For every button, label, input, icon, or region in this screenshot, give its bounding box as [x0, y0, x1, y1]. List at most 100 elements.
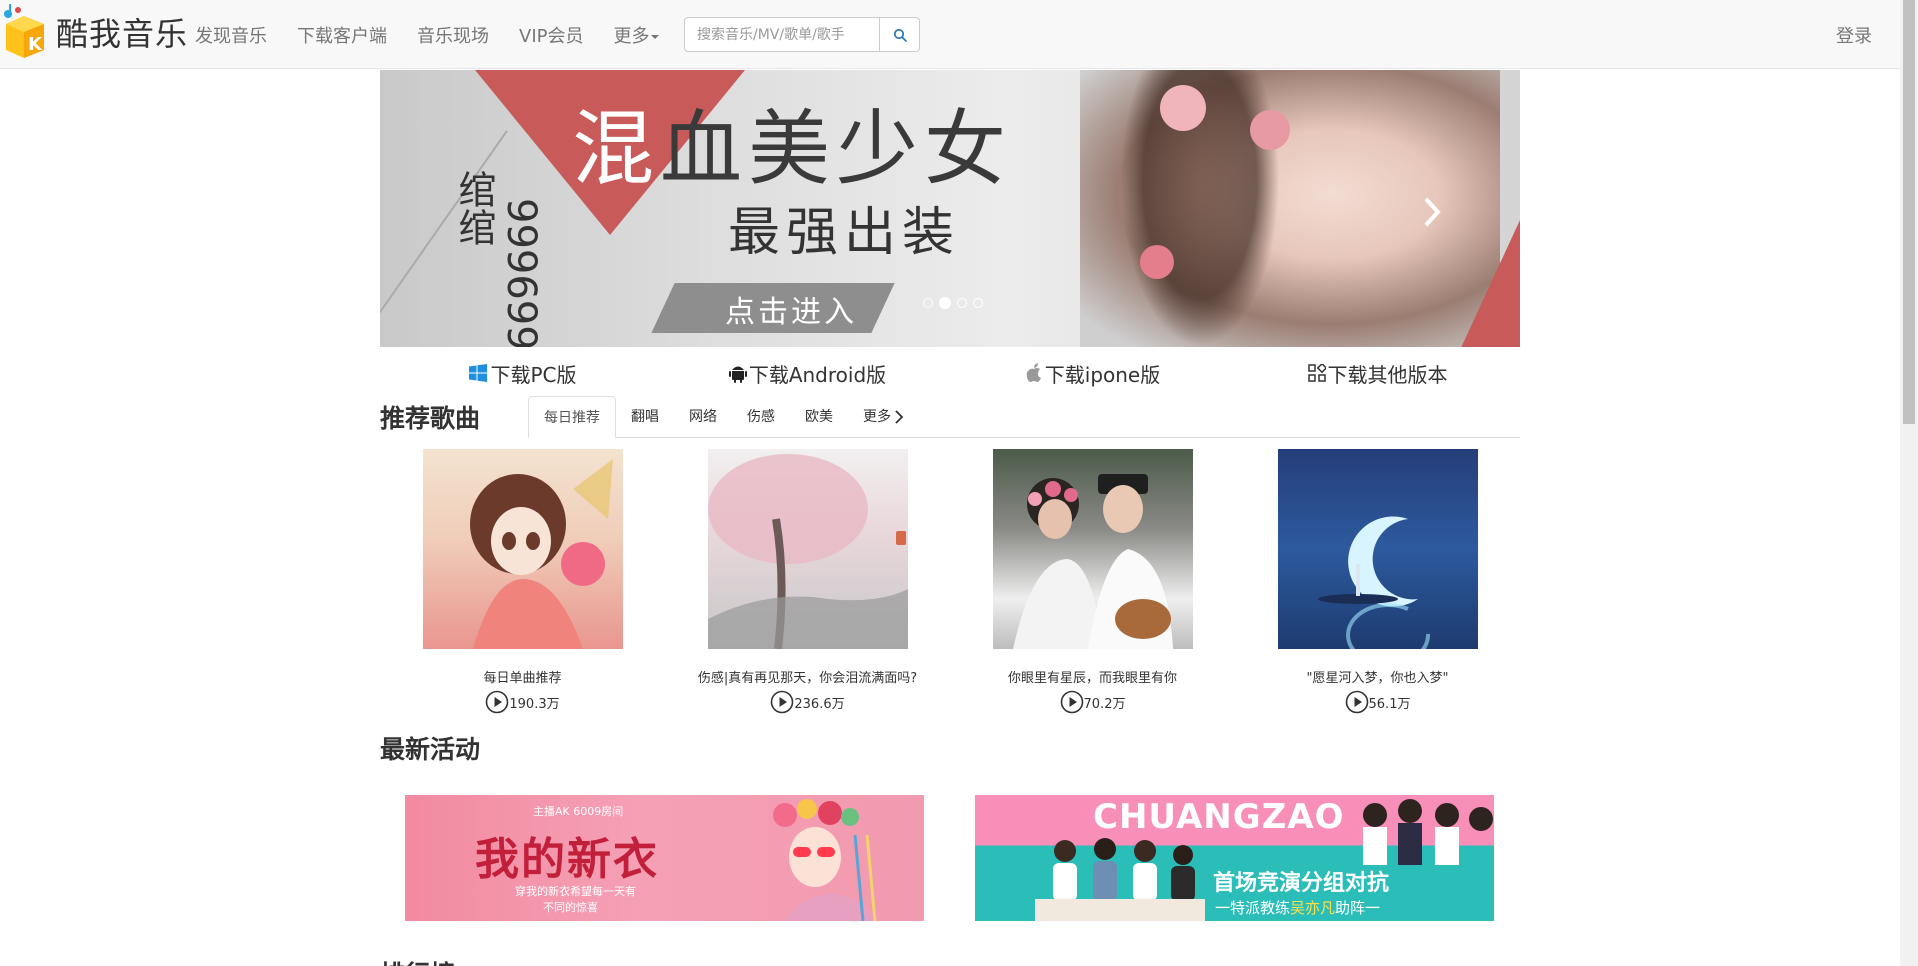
login-link[interactable]: 登录 [1836, 22, 1872, 48]
activity-main-title: 首场竞演分组对抗 [1213, 871, 1390, 896]
crescent-moon-icon [1317, 516, 1430, 649]
chevron-right-icon [895, 410, 904, 424]
page-scrollbar[interactable] [1900, 0, 1918, 966]
tab-network[interactable]: 网络 [674, 396, 732, 438]
flower-icon [1140, 245, 1174, 279]
carousel-next-icon[interactable] [1420, 195, 1444, 238]
activity-coach-line: 一特派教练吴亦凡助阵一 [1215, 897, 1380, 918]
carousel-indicators [923, 297, 983, 309]
play-circle-icon[interactable] [1345, 690, 1369, 714]
playlist-play-count: 70.2万 [1060, 690, 1126, 714]
playlist-card: 你眼里有星辰，而我眼里有你 70.2万 [950, 449, 1235, 714]
playlist-title[interactable]: 你眼里有星辰，而我眼里有你 [1008, 667, 1177, 686]
nav-discover-music[interactable]: 发现音乐 [195, 22, 267, 48]
playlist-cover[interactable] [422, 449, 623, 649]
flower-icon [1250, 110, 1290, 150]
search-form [684, 17, 920, 52]
tab-sad[interactable]: 伤感 [732, 396, 790, 438]
playlist-cover[interactable] [992, 449, 1193, 649]
banner-subtitle: 最强出装 [728, 203, 961, 263]
flower-icon [1160, 85, 1206, 131]
download-links: 下载PC版 下载Android版 下载ipone版 下载其他版本 [380, 358, 1520, 388]
banner-enter-button[interactable]: 点击进入 [725, 287, 857, 331]
recommend-section-title: 推荐歌曲 [380, 404, 481, 433]
playlist-title[interactable]: 每日单曲推荐 [483, 667, 561, 686]
tab-western[interactable]: 欧美 [790, 396, 848, 438]
wedding-couple-icon [1012, 474, 1173, 649]
blossom-tree-icon [707, 454, 908, 649]
download-iphone-link[interactable]: 下载ipone版 [950, 358, 1235, 388]
carousel-dot-2[interactable] [939, 297, 951, 309]
scrollbar-thumb[interactable] [1903, 0, 1915, 424]
carousel-dot-3[interactable] [957, 298, 967, 308]
activity-room-info: 主播AK 6009房间 [533, 805, 624, 818]
main-nav: 发现音乐 下载客户端 音乐现场 VIP会员 更多 [195, 0, 689, 69]
brand-name: 酷我音乐 [56, 15, 189, 53]
caret-down-icon [651, 34, 660, 39]
download-pc-label: 下载PC版 [490, 362, 577, 387]
play-count: 56.1万 [1368, 696, 1411, 712]
hero-carousel[interactable]: 混血美少女 最强出装 绾绾 999699 点击进入 [380, 70, 1520, 347]
top-navbar: K 酷我音乐 发现音乐 下载客户端 音乐现场 VIP会员 更多 登录 [0, 0, 1900, 69]
android-icon [728, 366, 747, 383]
carousel-dot-1[interactable] [923, 298, 933, 308]
carousel-dot-4[interactable] [973, 298, 983, 308]
play-count: 70.2万 [1083, 696, 1126, 712]
download-other-label: 下载其他版本 [1327, 362, 1448, 387]
illustrated-girl-icon [469, 459, 613, 649]
banner-title-first-char: 混 [572, 102, 661, 197]
nav-more-label: 更多 [613, 25, 650, 47]
download-android-label: 下载Android版 [748, 362, 887, 387]
ranking-section-title: 排行榜 [380, 955, 455, 966]
coach-name: 吴亦凡 [1290, 899, 1336, 917]
tab-more-label: 更多 [863, 409, 891, 425]
brand[interactable]: K 酷我音乐 [0, 2, 188, 62]
activity-subtitle-line1: 穿我的新衣希望每一天有 [515, 885, 636, 898]
play-circle-icon[interactable] [770, 690, 794, 714]
nav-download-client[interactable]: 下载客户端 [297, 22, 387, 48]
activity-subtitle: 穿我的新衣希望每一天有 不同的惊喜 [515, 883, 636, 915]
activity-banner-chuangzao[interactable]: CHUANGZAO 首场竞演分组对抗 一特派教练吴亦凡助阵一 [975, 795, 1494, 921]
activity-title: 我的新衣 [475, 834, 659, 885]
activities-section-title: 最新活动 [380, 735, 481, 764]
tab-more[interactable]: 更多 [848, 396, 920, 438]
windows-icon [469, 364, 488, 382]
kuwo-logo-icon: K [0, 2, 50, 62]
tab-cover[interactable]: 翻唱 [616, 396, 674, 438]
download-other-link[interactable]: 下载其他版本 [1235, 358, 1520, 388]
coach-prefix: 一特派教练 [1215, 899, 1291, 917]
banner-host-name: 绾绾 [452, 170, 496, 246]
tab-daily-recommend[interactable]: 每日推荐 [528, 396, 616, 438]
girl-group-icon [1363, 799, 1493, 865]
download-android-link[interactable]: 下载Android版 [665, 358, 950, 388]
playlist-title[interactable]: 伤感|真有再见那天，你会泪流满面吗? [698, 667, 917, 686]
activity-subtitle-line2: 不同的惊喜 [543, 901, 598, 914]
activity-banner-new-clothes[interactable]: 主播AK 6009房间 我的新衣 穿我的新衣希望每一天有 不同的惊喜 [405, 795, 924, 921]
activity-brand-text: CHUANGZAO [1093, 797, 1345, 837]
play-circle-icon[interactable] [485, 690, 509, 714]
search-icon [893, 28, 907, 42]
playlist-card: 每日单曲推荐 190.3万 [380, 449, 665, 714]
playlist-card: 伤感|真有再见那天，你会泪流满面吗? 236.6万 [665, 449, 950, 714]
group-members-icon [1035, 838, 1205, 921]
costumed-woman-icon [773, 799, 877, 921]
playlist-cover[interactable] [1277, 449, 1478, 649]
playlist-cover[interactable] [707, 449, 908, 649]
download-iphone-label: 下载ipone版 [1044, 362, 1161, 387]
nav-vip[interactable]: VIP会员 [519, 22, 583, 48]
recommend-card-list: 每日单曲推荐 190.3万 伤感|真有再见那天，你会泪流满面吗? 236.6万 [380, 449, 1520, 714]
banner-title-rest: 血美少女 [660, 102, 1013, 197]
playlist-title[interactable]: "愿星河入梦，你也入梦" [1307, 667, 1449, 686]
nav-music-live[interactable]: 音乐现场 [417, 22, 489, 48]
download-pc-link[interactable]: 下载PC版 [380, 358, 665, 388]
playlist-card: "愿星河入梦，你也入梦" 56.1万 [1235, 449, 1520, 714]
recommend-tabs: 每日推荐 翻唱 网络 伤感 欧美 更多 [528, 396, 920, 438]
nav-more-dropdown[interactable]: 更多 [613, 22, 660, 48]
play-circle-icon[interactable] [1060, 690, 1084, 714]
banner-title: 混血美少女 [572, 82, 1012, 201]
svg-text:K: K [28, 34, 43, 55]
search-input[interactable] [684, 17, 880, 52]
playlist-play-count: 190.3万 [485, 690, 560, 714]
banner-room-number: 999699 [498, 198, 544, 347]
search-button[interactable] [880, 17, 920, 52]
